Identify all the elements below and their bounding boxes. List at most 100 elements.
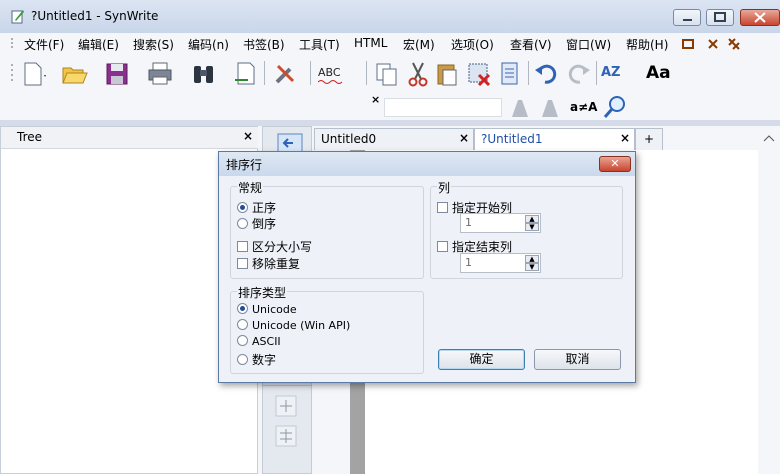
sort-type-group-label: 排序类型 [237,284,288,301]
undo-icon[interactable] [533,60,561,88]
delete-icon[interactable] [465,60,493,88]
menu-help[interactable]: 帮助(H) [626,36,668,53]
tree-panel-close-button[interactable]: × [243,129,253,143]
menu-bar: 文件(F) 编辑(E) 搜索(S) 编码(n) 书签(B) 工具(T) HTML… [0,33,780,55]
app-notepad-icon [11,10,24,24]
tab-label: Untitled0 [321,132,377,146]
mdi-close-icon[interactable] [706,37,720,51]
clear-search-icon[interactable]: × [371,93,380,106]
radio-selected-icon [237,202,248,213]
radio-icon [237,319,248,330]
menu-options[interactable]: 选项(O) [451,36,494,53]
toolbar-grip [11,64,13,81]
menu-edit[interactable]: 编辑(E) [78,36,119,53]
case-sensitive-checkbox[interactable]: 区分大小写 [237,238,312,255]
spin-down-arrow-icon[interactable]: ▼ [525,263,539,271]
redo-icon[interactable] [564,60,592,88]
minimize-button[interactable] [673,9,701,26]
radio-icon [237,218,248,229]
menu-bookmarks[interactable]: 书签(B) [243,36,285,53]
menu-view[interactable]: 查看(V) [510,36,552,53]
end-column-spinner[interactable]: 1 ▲ ▼ [460,253,541,273]
sort-az-button[interactable]: AZ [601,60,625,88]
tab-close-button[interactable]: × [620,131,630,145]
match-case-button[interactable]: a≠A [570,100,597,114]
find-next-icon[interactable] [538,96,562,120]
tab-untitled1[interactable]: ?Untitled1 × [474,128,635,150]
menu-search[interactable]: 搜索(S) [133,36,174,53]
sort-numeric-radio[interactable]: 数字 [237,351,276,368]
tab-close-button[interactable]: × [459,131,469,145]
radio-icon [237,354,248,365]
sort-unicode-radio[interactable]: Unicode [237,303,297,316]
sort-lines-dialog: 排序行 ✕ 常规 正序 倒序 区分大小写 移除重复 列 指定开始列 1 ▲ ▼ … [218,151,636,383]
tree-panel-header: Tree × [1,127,259,149]
sort-type-group: 排序类型 Unicode Unicode (Win API) ASCII 数字 [230,284,424,374]
mdi-restore-icon[interactable] [681,37,695,51]
search-magnifier-icon[interactable] [602,94,628,120]
main-toolbar: ABC AZ Aa [0,55,780,92]
print-icon[interactable] [146,60,174,88]
menu-tools[interactable]: 工具(T) [299,36,340,53]
save-icon[interactable] [104,60,132,88]
go-to-icon[interactable] [232,60,260,88]
find-prev-icon[interactable] [508,96,532,120]
tab-untitled0[interactable]: Untitled0 × [314,128,474,150]
checkbox-icon [437,202,448,213]
align-center-icon[interactable] [275,395,297,417]
title-bar: ?Untitled1 - SynWrite [0,0,780,33]
spell-check-button[interactable]: ABC [318,60,352,88]
menu-file[interactable]: 文件(F) [24,36,64,53]
spin-down-arrow-icon[interactable]: ▼ [525,223,539,231]
scroll-up-arrow-icon[interactable] [763,134,775,142]
checkbox-icon [437,241,448,252]
sort-unicode-winapi-radio[interactable]: Unicode (Win API) [237,319,350,332]
quick-search-input[interactable] [384,98,502,117]
ok-button[interactable]: 确定 [438,349,525,370]
dialog-title: 排序行 [226,158,263,172]
panel-toggle-icon[interactable] [277,133,303,153]
sort-ascii-radio[interactable]: ASCII [237,335,281,348]
start-column-value: 1 [465,216,472,229]
menu-html[interactable]: HTML [354,36,387,50]
select-all-icon[interactable] [496,60,524,88]
mdi-close-all-icon[interactable] [727,37,741,51]
dialog-close-button[interactable]: ✕ [599,156,631,172]
ascending-radio[interactable]: 正序 [237,199,276,216]
cut-scissors-icon[interactable] [404,60,432,88]
menu-window[interactable]: 窗口(W) [566,36,611,53]
window-title: ?Untitled1 - SynWrite [31,9,159,23]
radio-icon [237,335,248,346]
end-column-value: 1 [465,256,472,269]
menu-macros[interactable]: 宏(M) [403,36,435,53]
start-column-spinner[interactable]: 1 ▲ ▼ [460,213,541,233]
open-folder-icon[interactable] [61,60,89,88]
copy-icon[interactable] [373,60,401,88]
menu-encoding[interactable]: 编码(n) [188,36,229,53]
new-tab-button[interactable]: + [635,128,663,150]
spin-up-arrow-icon[interactable]: ▲ [525,215,539,223]
columns-group: 列 指定开始列 1 ▲ ▼ 指定结束列 1 ▲ ▼ [430,179,623,279]
checkbox-icon [237,241,248,252]
radio-selected-icon [237,303,248,314]
new-tab-label: + [644,132,655,146]
descending-radio[interactable]: 倒序 [237,215,276,232]
close-window-button[interactable] [740,9,780,26]
general-group-label: 常规 [237,179,264,196]
new-file-icon[interactable] [20,60,48,88]
dialog-title-bar: 排序行 ✕ [219,152,635,176]
align-middle-icon[interactable] [275,425,297,447]
find-binoculars-icon[interactable] [190,60,218,88]
tree-panel-title: Tree [17,130,43,144]
general-group: 常规 正序 倒序 区分大小写 移除重复 [230,179,424,279]
tab-label: ?Untitled1 [481,132,543,146]
maximize-button[interactable] [706,9,734,26]
cancel-button[interactable]: 取消 [534,349,621,370]
tools-icon[interactable] [272,60,300,88]
paste-icon[interactable] [434,60,462,88]
menu-grip [11,38,13,48]
editor-vertical-scrollbar[interactable] [758,126,780,474]
font-size-button[interactable]: Aa [646,60,676,88]
remove-duplicates-checkbox[interactable]: 移除重复 [237,255,300,272]
spin-up-arrow-icon[interactable]: ▲ [525,255,539,263]
